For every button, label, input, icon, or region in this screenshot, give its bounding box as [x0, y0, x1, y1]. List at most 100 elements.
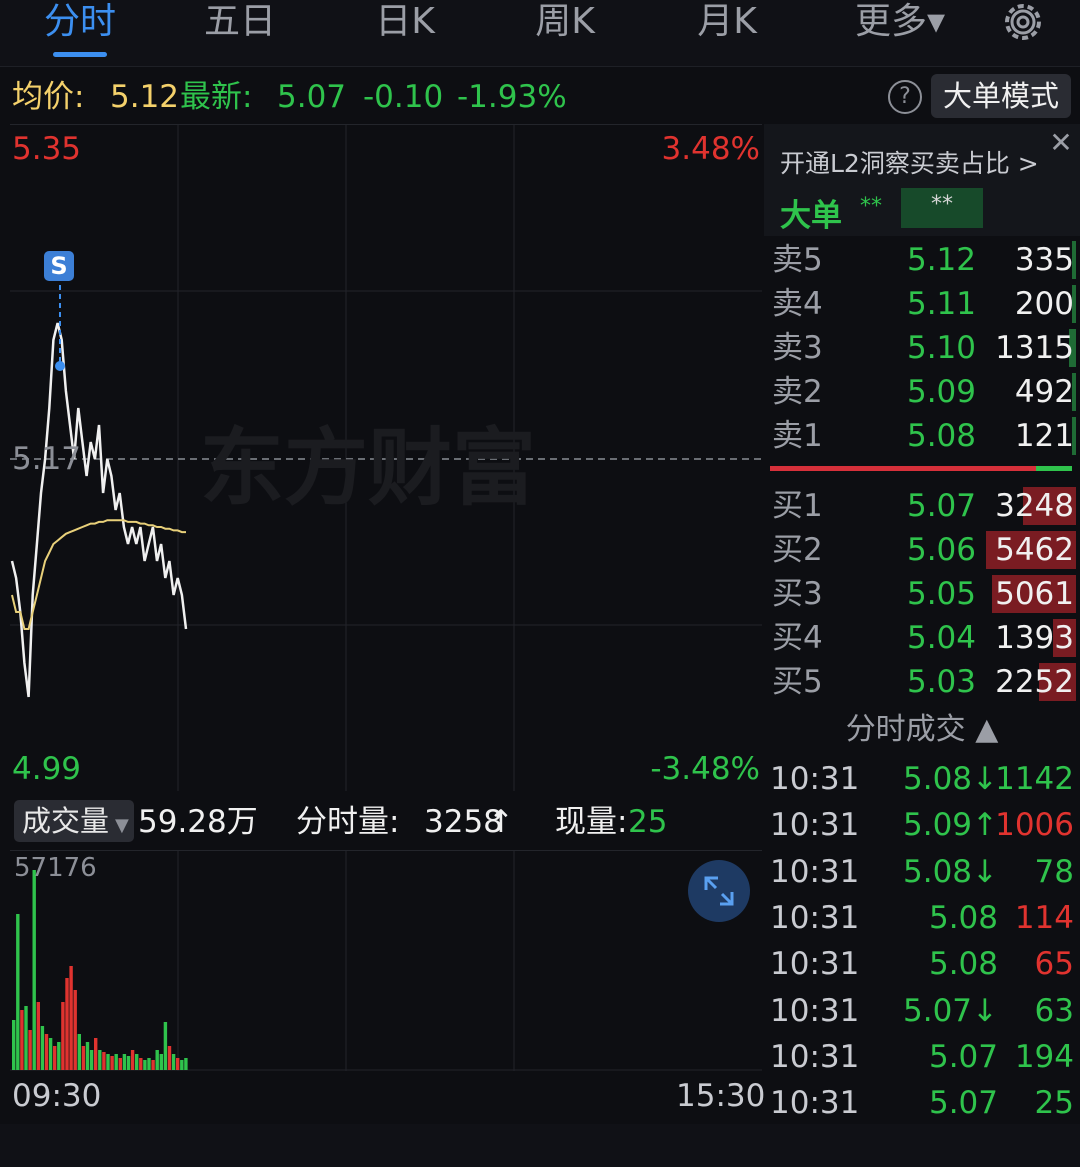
volume-bar — [147, 1058, 151, 1070]
tab-five-day[interactable]: 五日 — [190, 0, 290, 44]
trade-time: 10:31 — [770, 761, 860, 797]
bid-level-row[interactable]: 买3 5.05 5061 — [764, 572, 1080, 616]
low-price-label: 4.99 — [12, 751, 82, 787]
ask-level-row[interactable]: 卖1 5.08 121 — [764, 414, 1080, 458]
tab-weekly-k[interactable]: 周K — [515, 0, 615, 44]
price-change: -0.10 — [363, 79, 444, 115]
volume-bar — [36, 1002, 40, 1070]
ask-level-label: 卖4 — [772, 286, 823, 322]
trade-time: 10:31 — [770, 1038, 860, 1075]
volume-bar — [155, 1050, 159, 1070]
tab-monthly-k[interactable]: 月K — [677, 0, 777, 44]
volume-bar — [48, 1038, 53, 1070]
volume-bar — [73, 990, 77, 1070]
gear-icon[interactable] — [998, 0, 1048, 44]
trades-header[interactable]: 分时成交 ▲ — [764, 704, 1080, 756]
ask-level-volume: 492 — [1014, 374, 1074, 410]
ask-level-row[interactable]: 卖4 5.11 200 — [764, 282, 1080, 326]
trade-volume: 1142 — [995, 761, 1074, 797]
sell-signal-marker[interactable]: S — [44, 251, 74, 281]
close-icon[interactable]: ✕ — [1046, 128, 1076, 158]
trade-time: 10:31 — [770, 1085, 860, 1122]
ask-level-price: 5.10 — [906, 330, 976, 366]
volume-bar — [180, 1060, 184, 1070]
bid-ask-ratio-green — [1036, 466, 1072, 471]
ask-level-row[interactable]: 卖5 5.12 335 — [764, 238, 1080, 282]
active-tab-indicator — [53, 52, 107, 57]
bid-level-row[interactable]: 买4 5.04 1393 — [764, 616, 1080, 660]
volume-bar — [32, 870, 36, 1070]
trade-row: 10:31 5.07 25 — [764, 1080, 1080, 1126]
trade-volume: 63 — [1034, 992, 1074, 1029]
volume-bar — [57, 1042, 61, 1070]
volume-bar — [139, 1058, 143, 1070]
trade-time: 10:31 — [770, 807, 860, 844]
volume-bar — [44, 1034, 49, 1070]
ask-level-volume: 200 — [1014, 286, 1074, 322]
tab-daily-k[interactable]: 日K — [355, 0, 455, 44]
bid-level-price: 5.07 — [906, 488, 976, 524]
trade-volume: 65 — [1034, 946, 1074, 983]
ask-level-volume: 121 — [1014, 418, 1074, 454]
trade-volume: 194 — [1014, 1038, 1074, 1075]
volume-bar — [126, 1056, 131, 1070]
expand-icon[interactable] — [688, 860, 750, 922]
volume-bar — [98, 1050, 102, 1070]
volume-bar — [184, 1058, 188, 1070]
trade-row: 10:31 5.07↓ 63 — [764, 988, 1080, 1034]
period-volume-arrow: ↑ — [488, 804, 514, 840]
volume-bar — [81, 1046, 86, 1070]
volume-bar — [102, 1052, 106, 1070]
trade-row: 10:31 5.08 65 — [764, 941, 1080, 987]
bid-level-volume: 1393 — [995, 620, 1074, 656]
trade-time: 10:31 — [770, 992, 860, 1029]
intraday-chart[interactable]: 东方财富 5.35 3.48% 5.17 4.99 -3.48% S — [10, 124, 762, 791]
period-tab-bar: 分时 五日 日K 周K 月K 更多▾ — [0, 0, 1080, 67]
trade-price: 5.07↓ — [903, 992, 998, 1029]
high-pct-label: 3.48% — [661, 131, 760, 167]
big-order-buy-ratio: ** — [860, 194, 882, 219]
trade-row: 10:31 5.09↑ 1006 — [764, 802, 1080, 848]
bid-level-volume: 5462 — [995, 532, 1074, 568]
ask-level-row[interactable]: 卖3 5.10 1315 — [764, 326, 1080, 370]
bid-level-volume: 2252 — [995, 664, 1074, 700]
l2-insight-link[interactable]: 开通L2洞察买卖占比 > — [780, 144, 1039, 180]
volume-bar — [114, 1054, 118, 1070]
trade-price: 5.08 — [928, 946, 998, 983]
trade-volume: 25 — [1034, 1085, 1074, 1122]
volume-bar — [40, 1026, 45, 1070]
volume-bar — [16, 914, 20, 1070]
bid-level-row[interactable]: 买2 5.06 5462 — [764, 528, 1080, 572]
high-price-label: 5.35 — [12, 131, 82, 167]
volume-bar — [77, 1034, 81, 1070]
bid-ask-ratio-red — [770, 466, 1036, 471]
latest-price-value: 5.07 — [277, 79, 347, 115]
latest-price-label: 最新: — [180, 79, 253, 115]
total-volume: 59.28万 — [138, 804, 258, 840]
volume-bar — [167, 1046, 172, 1070]
end-time-label: 15:30 — [676, 1078, 766, 1114]
help-icon[interactable]: ? — [888, 80, 922, 114]
ask-level-price: 5.08 — [906, 418, 976, 454]
trade-volume: 1006 — [995, 807, 1074, 844]
ask-level-label: 卖5 — [772, 242, 823, 278]
ask-level-row[interactable]: 卖2 5.09 492 — [764, 370, 1080, 414]
trade-time: 10:31 — [770, 899, 860, 936]
bid-level-row[interactable]: 买5 5.03 2252 — [764, 660, 1080, 704]
volume-bar — [89, 1050, 94, 1070]
ask-level-label: 卖3 — [772, 330, 823, 366]
period-volume-label: 分时量: — [296, 804, 400, 840]
bid-level-row[interactable]: 买1 5.07 3248 — [764, 484, 1080, 528]
ask-level-label: 卖1 — [772, 418, 823, 454]
tab-intraday[interactable]: 分时 — [30, 0, 130, 44]
big-order-mode-button[interactable]: 大单模式 — [931, 74, 1071, 118]
trade-price: 5.08↓ — [903, 853, 998, 890]
trade-price: 5.07 — [928, 1038, 998, 1075]
bid-level-label: 买5 — [772, 664, 823, 700]
volume-chart[interactable]: 57176 — [10, 850, 762, 1071]
volume-bar — [110, 1056, 114, 1070]
bid-level-volume: 5061 — [995, 576, 1074, 612]
tab-more[interactable]: 更多▾ — [835, 0, 965, 44]
volume-bar — [176, 1058, 180, 1070]
trade-price: 5.08↓ — [903, 761, 998, 797]
